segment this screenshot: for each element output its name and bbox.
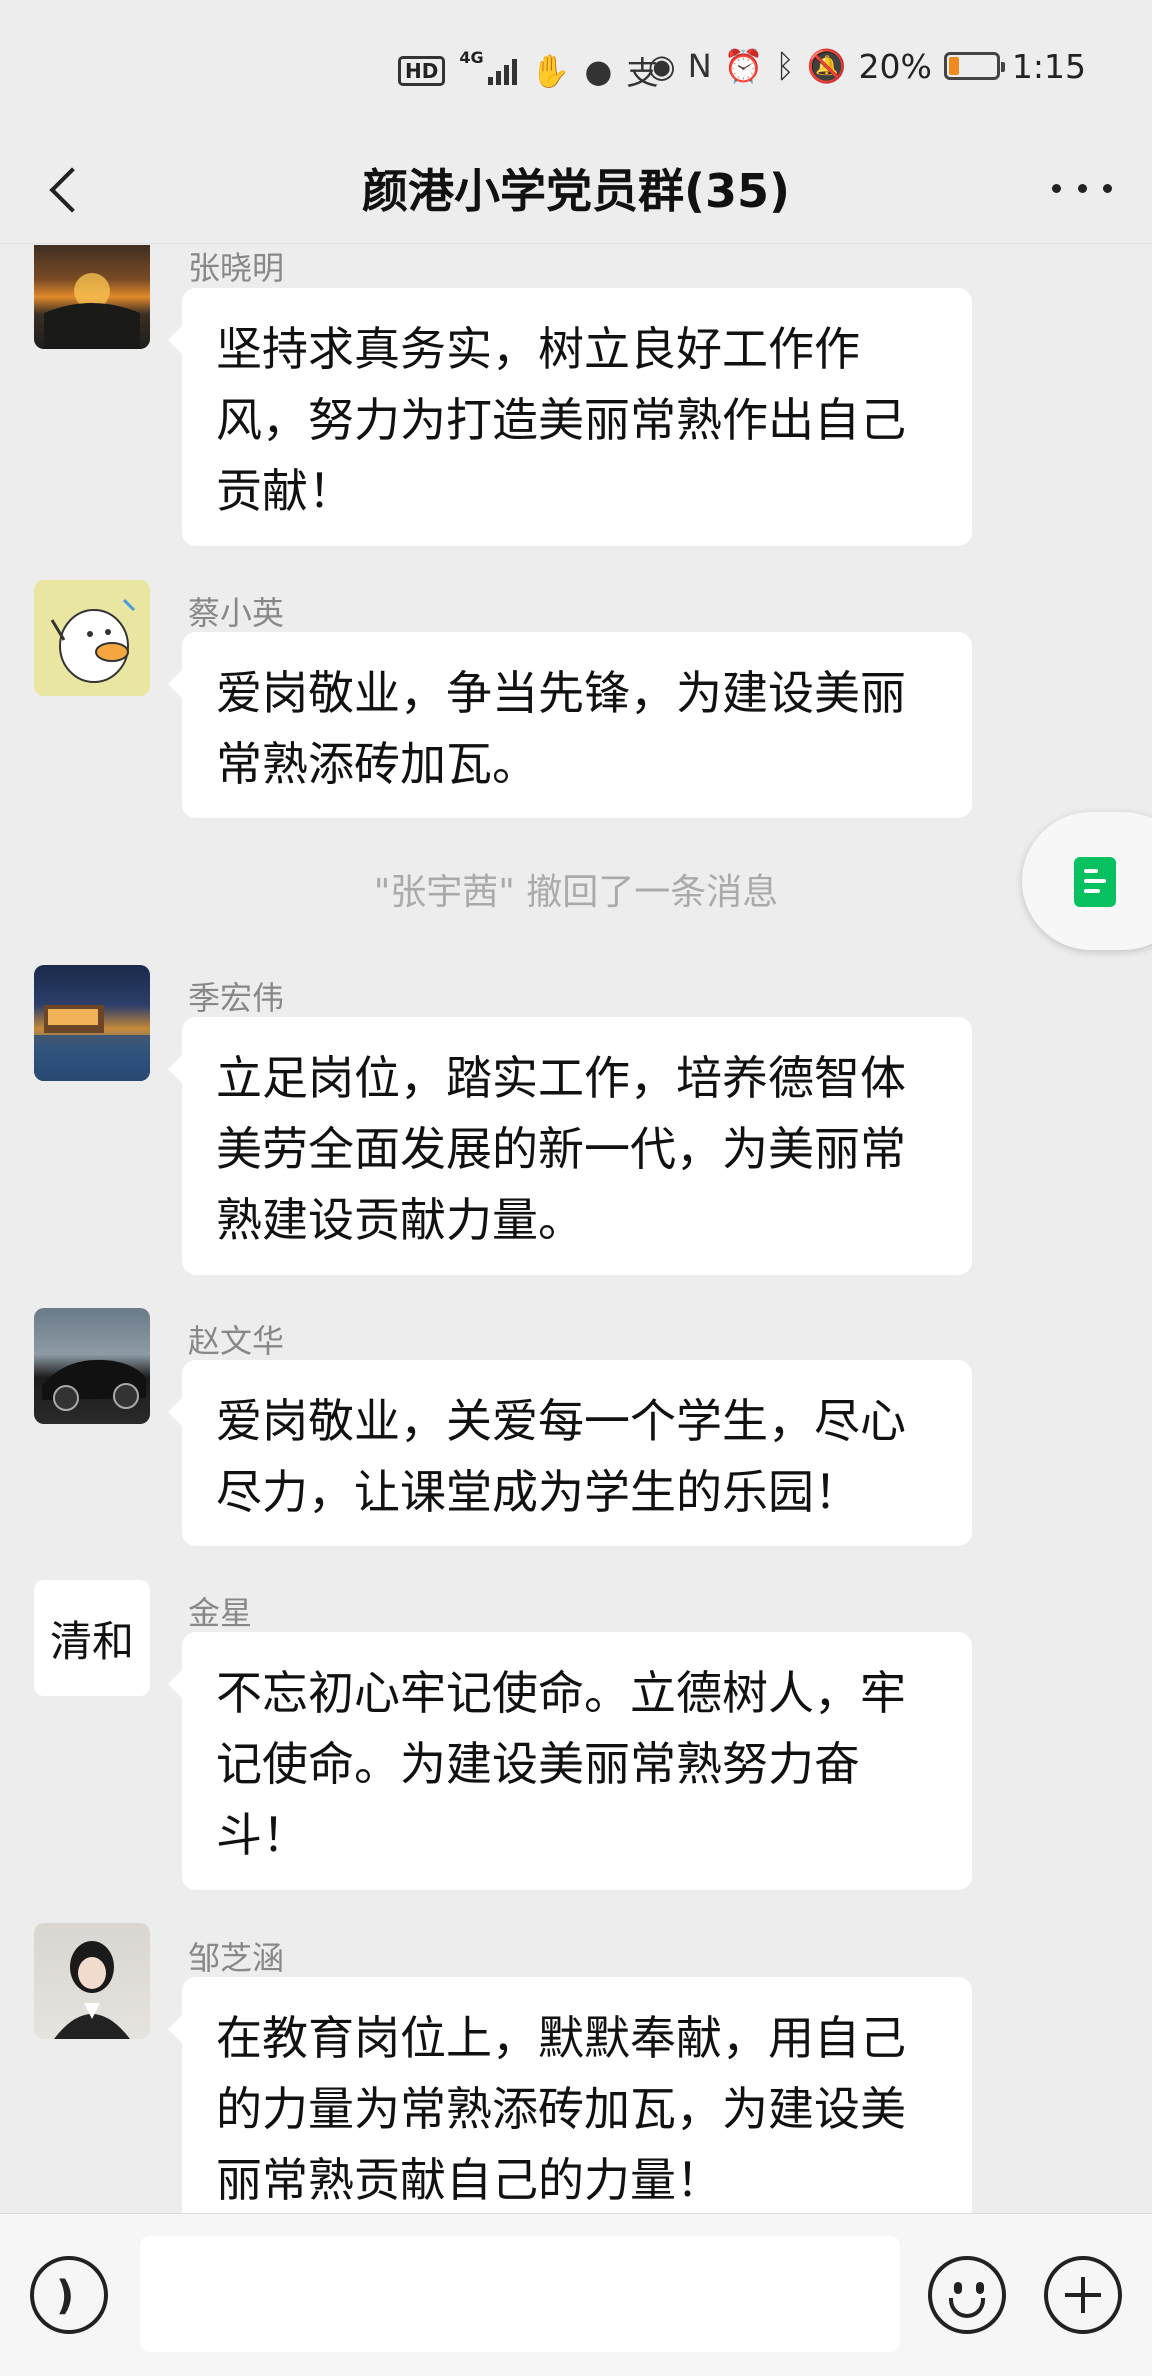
sender-name: 赵文华	[188, 1322, 285, 1360]
message-bubble[interactable]: 在教育岗位上，默默奉献，用自己的力量为常熟添砖加瓦，为建设美丽常熟贡献自己的力量…	[168, 1977, 972, 2213]
sender-name: 蔡小英	[188, 594, 285, 632]
avatar-silhouette	[44, 273, 140, 349]
page-title: 颜港小学党员群(35)	[361, 163, 791, 218]
status-left-icons: HD 4G ✋ ● 支	[398, 48, 658, 94]
hand-icon: ✋	[530, 52, 571, 90]
sender-name: 金星	[188, 1594, 253, 1632]
avatar[interactable]: 清和	[34, 1580, 150, 1696]
status-bar: HD 4G ✋ ● 支 ◉ N ⏰ ᛒ 🔕 20% 1:15	[0, 0, 1152, 132]
bluetooth-icon: ᛒ	[775, 47, 795, 85]
avatar[interactable]	[34, 965, 150, 1081]
mute-icon: 🔕	[806, 47, 847, 85]
back-button[interactable]	[36, 154, 96, 222]
avatar[interactable]	[34, 580, 150, 696]
alipay-icon: 支	[626, 54, 659, 92]
avatar-text: 清和	[49, 1616, 134, 1666]
battery-percent: 20%	[858, 46, 932, 86]
floating-note-button[interactable]	[1022, 812, 1152, 950]
chat-bubble-icon: ●	[584, 52, 613, 90]
battery-fill	[948, 57, 959, 75]
note-icon	[1074, 857, 1116, 907]
battery-icon	[943, 52, 1005, 80]
emoji-eye-right	[976, 2282, 984, 2294]
car-avatar-image	[42, 1359, 146, 1411]
avatar-scene	[34, 1005, 150, 1081]
portrait-avatar-image	[54, 1941, 130, 2039]
duck-avatar-image	[50, 598, 136, 683]
emoji-eye-left	[954, 2282, 962, 2294]
message-bubble[interactable]: 爱岗敬业，争当先锋，为建设美丽常熟添砖加瓦。	[168, 632, 972, 818]
voice-input-button[interactable]: )	[30, 2256, 108, 2334]
more-options-button[interactable]	[1052, 168, 1112, 208]
voice-icon: )	[56, 2273, 75, 2319]
message-list[interactable]: 张晓明 坚持求真务实，树立良好工作作风，努力为打造美丽常熟作出自己贡献！ 蔡小英…	[0, 245, 1152, 2213]
clock: 1:15	[1011, 46, 1086, 86]
network-type: 4G	[459, 48, 484, 67]
sender-name: 邹芝涵	[188, 1939, 285, 1977]
emoji-mouth	[949, 2298, 985, 2318]
message-bubble[interactable]: 不忘初心牢记使命。立德树人，牢记使命。为建设美丽常熟努力奋斗！	[168, 1632, 972, 1890]
message-bubble[interactable]: 立足岗位，踏实工作，培养德智体美劳全面发展的新一代，为美丽常熟建设贡献力量。	[168, 1017, 972, 1275]
avatar[interactable]	[34, 1923, 150, 2039]
more-actions-button[interactable]	[1044, 2256, 1122, 2334]
message-bubble[interactable]: 爱岗敬业，关爱每一个学生，尽心尽力，让课堂成为学生的乐园！	[168, 1360, 972, 1546]
message-input[interactable]	[140, 2236, 900, 2352]
status-right-icons: ◉ N ⏰ ᛒ 🔕 20% 1:15	[648, 47, 1086, 86]
signal-icon	[487, 57, 517, 85]
sender-name: 张晓明	[188, 249, 285, 287]
alarm-icon: ⏰	[723, 47, 764, 85]
input-bar: )	[0, 2213, 1152, 2376]
avatar[interactable]	[34, 1308, 150, 1424]
chat-header: 颜港小学党员群(35)	[0, 132, 1152, 244]
avatar[interactable]	[34, 245, 150, 349]
emoji-button[interactable]	[928, 2256, 1006, 2334]
recall-notice: "张宇茜" 撤回了一条消息	[373, 872, 779, 913]
hd-icon: HD	[398, 56, 446, 86]
message-bubble[interactable]: 坚持求真务实，树立良好工作作风，努力为打造美丽常熟作出自己贡献！	[168, 288, 972, 546]
nfc-icon: N	[687, 47, 712, 85]
sender-name: 季宏伟	[188, 979, 285, 1017]
